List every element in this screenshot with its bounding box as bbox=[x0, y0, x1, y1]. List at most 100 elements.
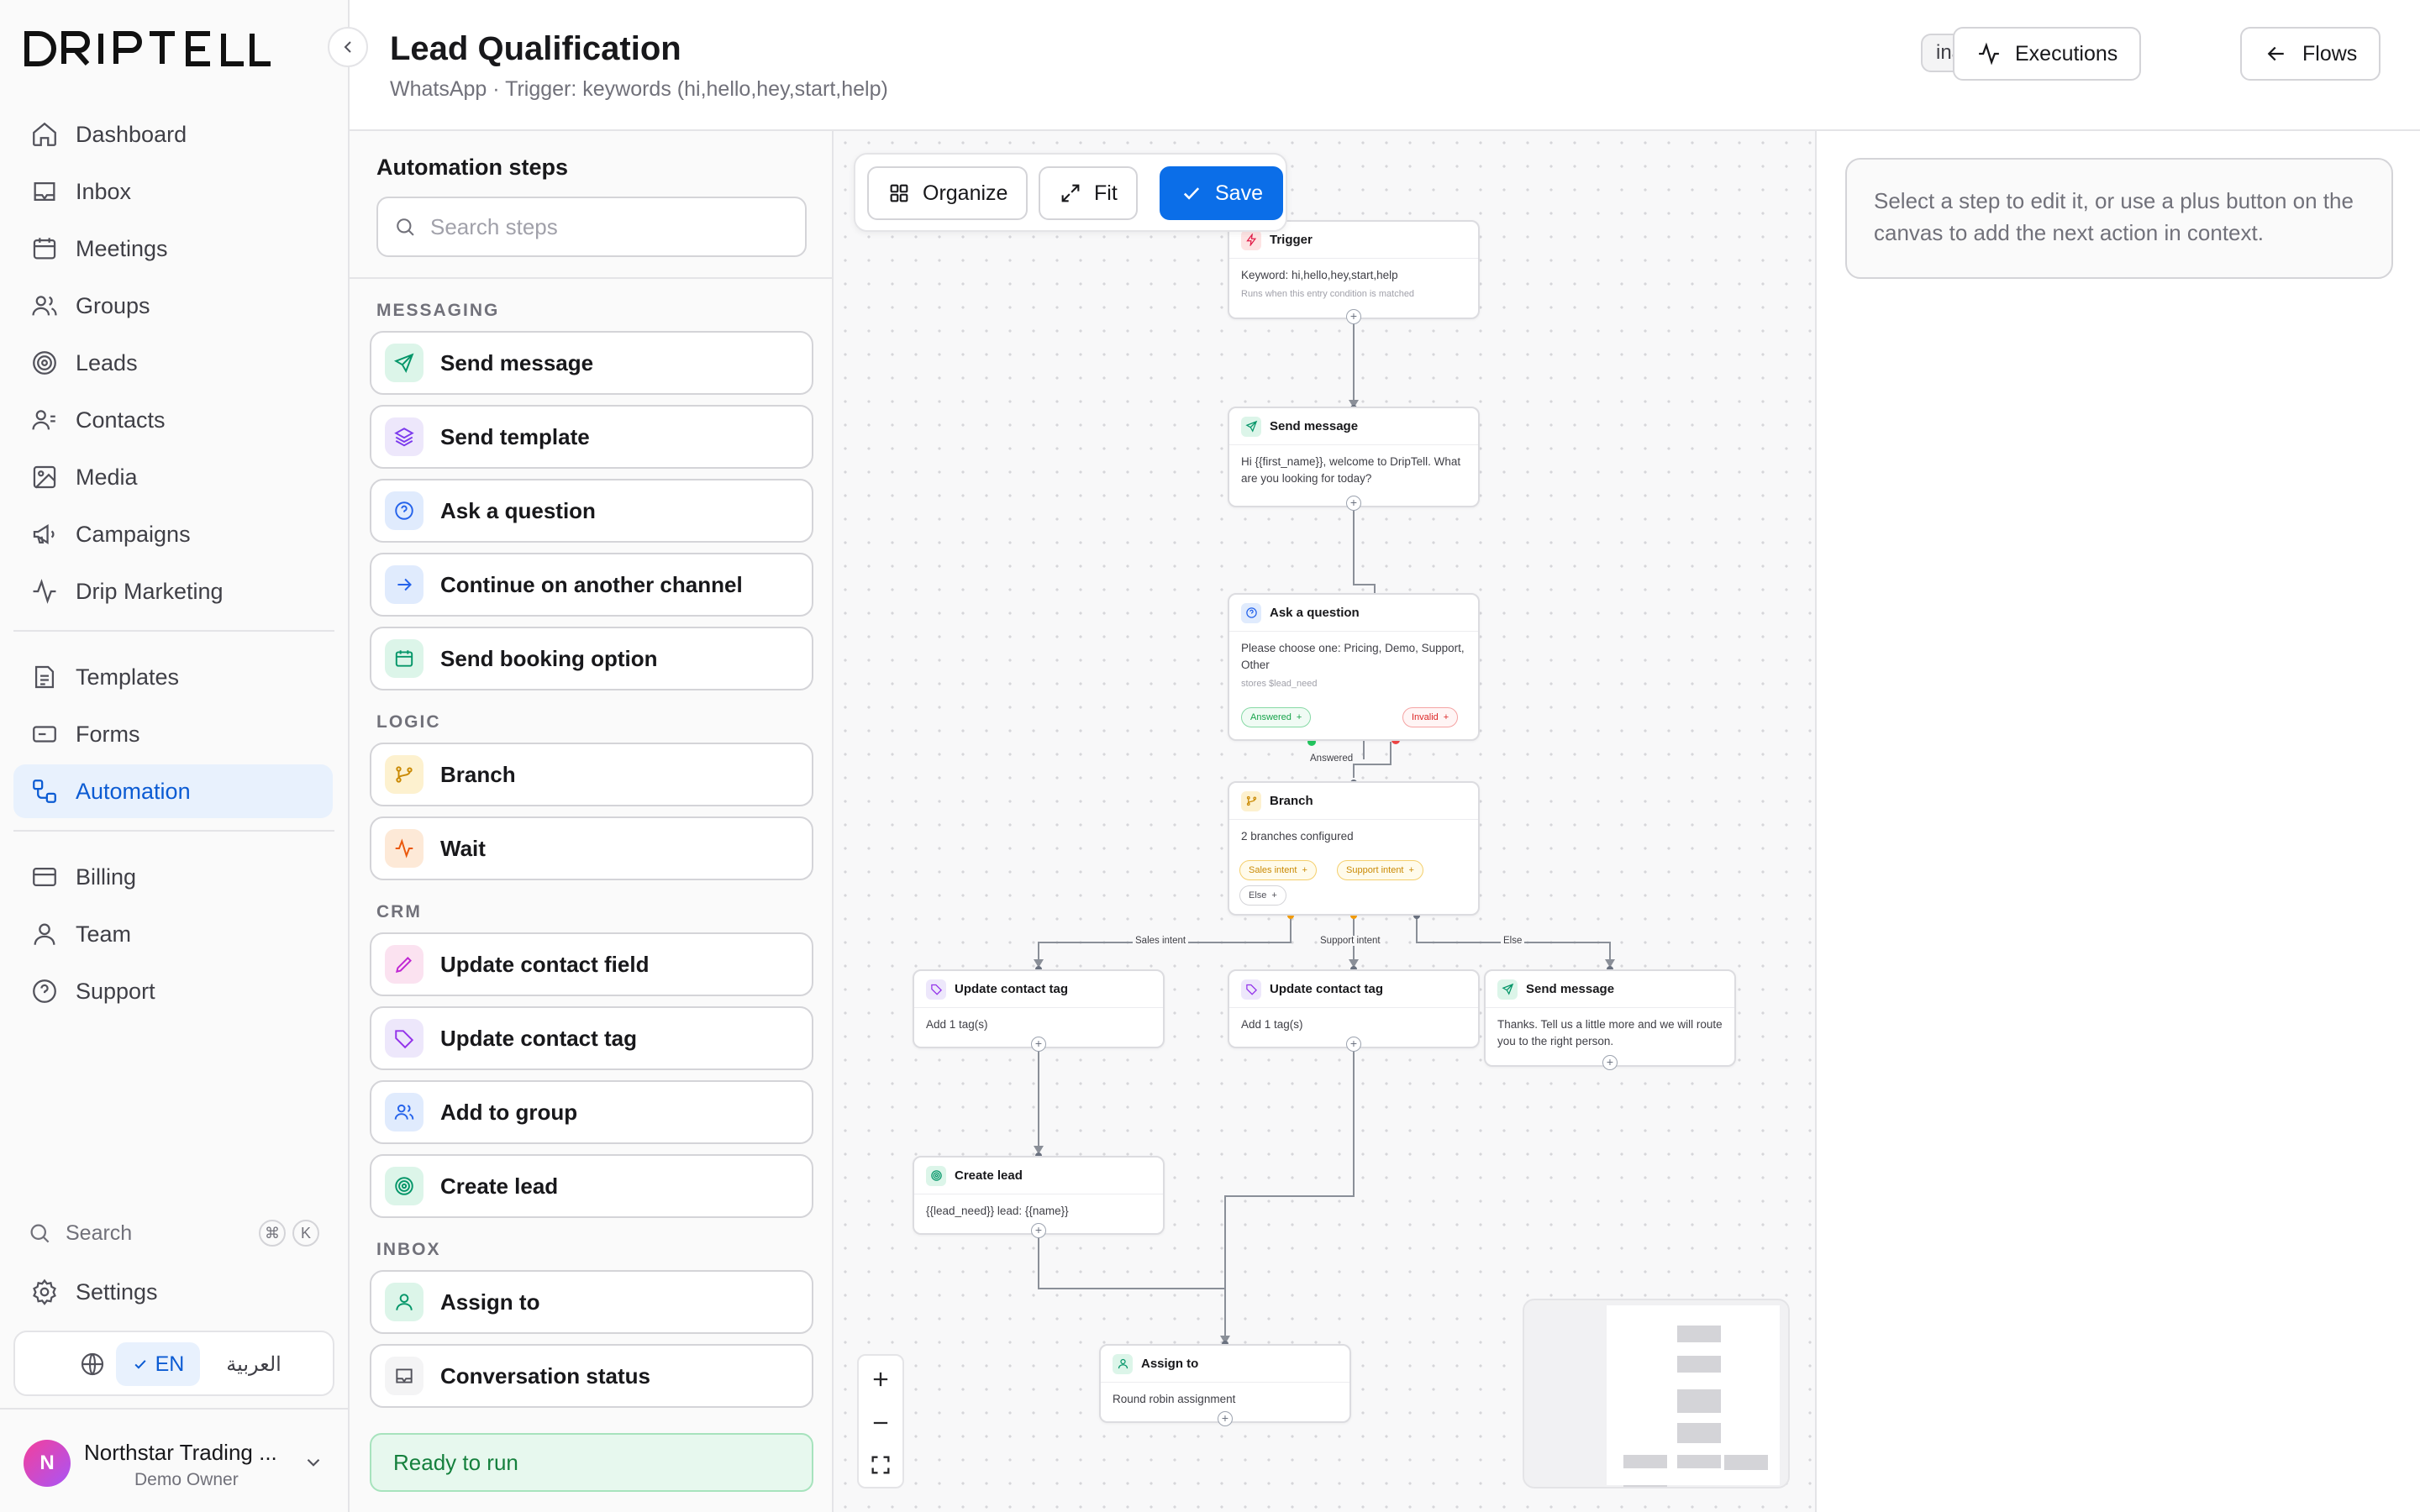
step-conversation-status[interactable]: Conversation status bbox=[370, 1344, 813, 1408]
pencil-icon bbox=[385, 945, 424, 984]
step-label: Update contact tag bbox=[440, 1025, 638, 1051]
add-step-plus[interactable]: + bbox=[1346, 309, 1361, 324]
fit-label: Fit bbox=[1094, 181, 1118, 205]
zoom-controls bbox=[857, 1354, 904, 1488]
card-icon bbox=[33, 867, 56, 887]
node-title: Trigger bbox=[1270, 233, 1313, 247]
node-send-message[interactable]: Send message Thanks. Tell us a little mo… bbox=[1484, 969, 1736, 1067]
nav-contacts[interactable]: Contacts bbox=[13, 393, 333, 447]
support-intent-handle[interactable]: Support intent + bbox=[1337, 860, 1423, 880]
nav-meetings[interactable]: Meetings bbox=[13, 222, 333, 276]
add-step-plus[interactable]: + bbox=[1602, 1055, 1618, 1070]
step-branch[interactable]: Branch bbox=[370, 743, 813, 806]
add-step-plus[interactable]: + bbox=[1218, 1411, 1233, 1426]
nav-inbox[interactable]: Inbox bbox=[13, 165, 333, 218]
flows-button[interactable]: Flows bbox=[2240, 27, 2381, 81]
edge-label-sales: Sales intent bbox=[1133, 936, 1189, 946]
search-icon bbox=[397, 218, 414, 236]
nav-automation[interactable]: Automation bbox=[13, 764, 333, 818]
nav-templates[interactable]: Templates bbox=[13, 650, 333, 704]
step-label: Branch bbox=[440, 761, 516, 787]
tag-icon bbox=[1241, 979, 1261, 1000]
organize-button[interactable]: Organize bbox=[867, 166, 1028, 220]
node-ask-question[interactable]: Ask a question Please choose one: Pricin… bbox=[1228, 593, 1480, 741]
add-step-plus[interactable]: + bbox=[1031, 1037, 1046, 1052]
step-send-template[interactable]: Send template bbox=[370, 405, 813, 469]
node-title: Send message bbox=[1526, 982, 1615, 996]
step-continue-channel[interactable]: Continue on another channel bbox=[370, 553, 813, 617]
globe-icon bbox=[81, 1352, 104, 1376]
collapse-sidebar-button[interactable] bbox=[328, 27, 368, 67]
nav-campaigns[interactable]: Campaigns bbox=[13, 507, 333, 561]
minimap[interactable] bbox=[1523, 1299, 1790, 1488]
step-send-booking[interactable]: Send booking option bbox=[370, 627, 813, 690]
node-send-message[interactable]: Send message Hi {{first_name}}, welcome … bbox=[1228, 407, 1480, 507]
step-add-group[interactable]: Add to group bbox=[370, 1080, 813, 1144]
minimap-node bbox=[1677, 1455, 1721, 1468]
search-placeholder: Search steps bbox=[430, 213, 558, 239]
lang-ar-button[interactable]: العربية bbox=[213, 1342, 294, 1386]
steps-panel: Automation steps Search steps MESSAGING … bbox=[350, 131, 834, 1512]
node-body: Please choose one: Pricing, Demo, Suppor… bbox=[1241, 642, 1465, 671]
nav-settings[interactable]: Settings bbox=[13, 1265, 333, 1319]
edge-label-else: Else bbox=[1501, 936, 1525, 946]
sales-intent-handle[interactable]: Sales intent + bbox=[1239, 860, 1317, 880]
executions-button[interactable]: Executions bbox=[1953, 27, 2142, 81]
step-send-message[interactable]: Send message bbox=[370, 331, 813, 395]
nav-support[interactable]: Support bbox=[13, 964, 333, 1018]
nav-groups[interactable]: Groups bbox=[13, 279, 333, 333]
nav-leads[interactable]: Leads bbox=[13, 336, 333, 390]
minimap-node bbox=[1677, 1389, 1721, 1413]
minimap-node bbox=[1677, 1326, 1721, 1342]
add-step-plus[interactable]: + bbox=[1346, 496, 1361, 511]
node-title: Update contact tag bbox=[1270, 982, 1384, 996]
nav-label: Leads bbox=[76, 349, 138, 375]
account-menu[interactable]: N Northstar Trading ... Demo Owner bbox=[0, 1408, 348, 1512]
step-update-tag[interactable]: Update contact tag bbox=[370, 1006, 813, 1070]
organize-label: Organize bbox=[923, 181, 1008, 205]
node-title: Update contact tag bbox=[955, 982, 1069, 996]
node-trigger[interactable]: Trigger Keyword: hi,hello,hey,start,help… bbox=[1228, 220, 1480, 319]
step-update-field[interactable]: Update contact field bbox=[370, 932, 813, 996]
divider bbox=[13, 630, 334, 632]
else-handle[interactable]: Else + bbox=[1239, 885, 1286, 906]
canvas-toolbar: Organize Fit Save bbox=[854, 153, 1287, 232]
node-body: Add 1 tag(s) bbox=[1241, 1018, 1303, 1031]
zoom-out-button[interactable] bbox=[859, 1401, 902, 1445]
node-branch[interactable]: Branch 2 branches configured Sales inten… bbox=[1228, 781, 1480, 916]
tag-icon bbox=[385, 1019, 424, 1058]
node-body: Add 1 tag(s) bbox=[926, 1018, 988, 1031]
chevron-down-icon bbox=[307, 1458, 320, 1467]
activity-icon bbox=[1979, 42, 1999, 66]
file-icon bbox=[34, 665, 55, 689]
nav-drip-marketing[interactable]: Drip Marketing bbox=[13, 564, 333, 618]
steps-search-input[interactable]: Search steps bbox=[376, 197, 807, 257]
node-title: Create lead bbox=[955, 1168, 1023, 1183]
nav-media[interactable]: Media bbox=[13, 450, 333, 504]
nav-label: Contacts bbox=[76, 407, 166, 433]
fit-button[interactable]: Fit bbox=[1039, 166, 1138, 220]
add-step-plus[interactable]: + bbox=[1031, 1223, 1046, 1238]
driptell-logo[interactable] bbox=[24, 30, 272, 67]
step-ask-question[interactable]: Ask a question bbox=[370, 479, 813, 543]
nav-dashboard[interactable]: Dashboard bbox=[13, 108, 333, 161]
save-button[interactable]: Save bbox=[1160, 166, 1283, 220]
flow-canvas[interactable]: Answered Sales intent Support intent Els… bbox=[834, 131, 1815, 1512]
nav-team[interactable]: Team bbox=[13, 907, 333, 961]
zoom-in-button[interactable] bbox=[859, 1357, 902, 1401]
step-create-lead[interactable]: Create lead bbox=[370, 1154, 813, 1218]
invalid-handle[interactable]: Invalid + bbox=[1402, 707, 1459, 727]
add-step-plus[interactable]: + bbox=[1346, 1037, 1361, 1052]
step-wait[interactable]: Wait bbox=[370, 816, 813, 880]
fit-view-button[interactable] bbox=[859, 1443, 902, 1487]
step-label: Send booking option bbox=[440, 645, 658, 671]
sidebar: Dashboard Inbox Meetings Groups Leads Co… bbox=[0, 0, 350, 1512]
lang-en-button[interactable]: EN bbox=[116, 1342, 200, 1386]
nav-forms[interactable]: Forms bbox=[13, 707, 333, 761]
pill-label: Answered bbox=[1250, 712, 1292, 722]
nav-label: Settings bbox=[76, 1278, 158, 1305]
step-assign-to[interactable]: Assign to bbox=[370, 1270, 813, 1334]
answered-handle[interactable]: Answered + bbox=[1241, 707, 1312, 727]
nav-billing[interactable]: Billing bbox=[13, 850, 333, 904]
node-body: Keyword: hi,hello,hey,start,help bbox=[1241, 269, 1398, 281]
